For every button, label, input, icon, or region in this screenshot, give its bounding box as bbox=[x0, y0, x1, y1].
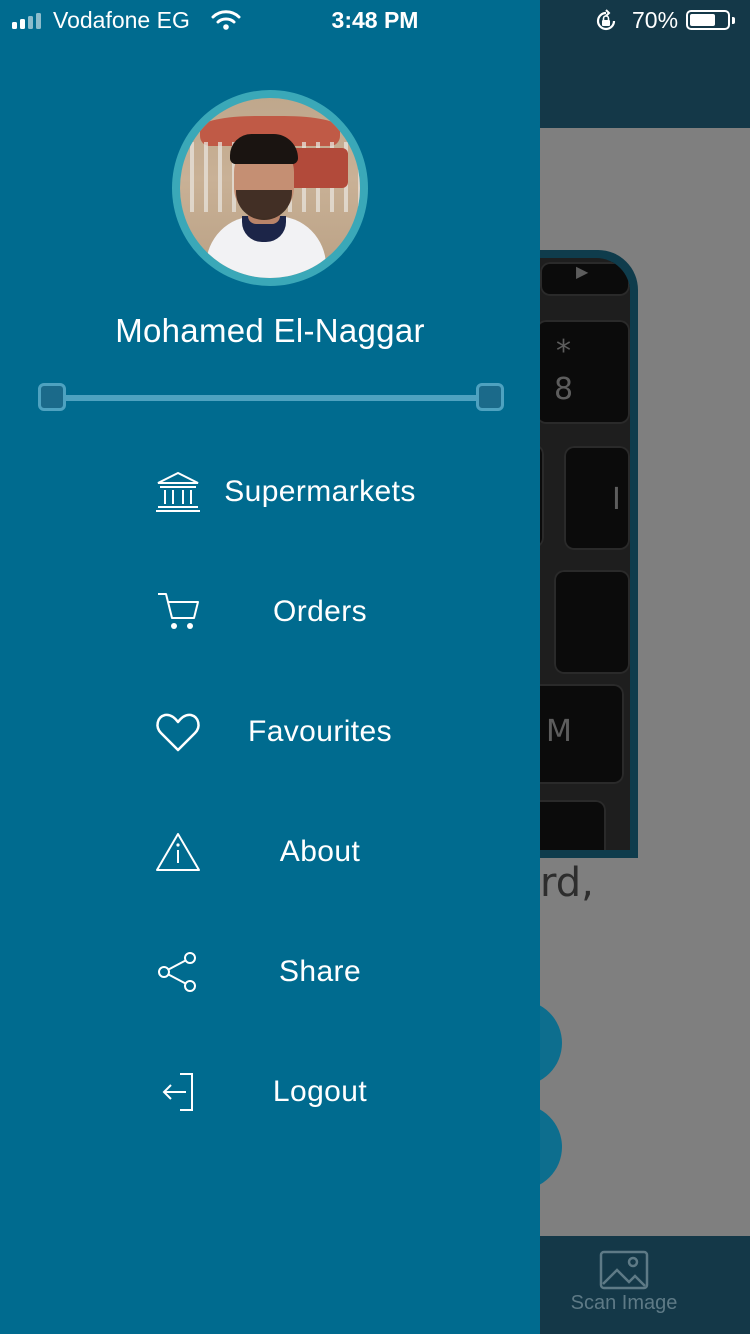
share-icon bbox=[158, 952, 196, 992]
warning-icon bbox=[156, 833, 200, 871]
menu-item-label: Logout bbox=[272, 1075, 368, 1108]
range-slider[interactable] bbox=[38, 383, 504, 413]
logout-icon bbox=[162, 1073, 193, 1111]
menu-item-orders[interactable]: Orders bbox=[0, 552, 540, 672]
range-slider-track[interactable] bbox=[52, 395, 490, 401]
keyboard-key: ▶ bbox=[540, 262, 630, 296]
body-text-partial: rd, bbox=[540, 860, 594, 906]
menu-item-favourites[interactable]: Favourites bbox=[0, 672, 540, 792]
menu-item-supermarkets[interactable]: Supermarkets bbox=[0, 432, 540, 552]
menu-item-label: Share bbox=[278, 955, 362, 988]
bank-icon bbox=[156, 471, 200, 512]
user-avatar bbox=[180, 98, 360, 278]
avatar[interactable] bbox=[172, 90, 368, 286]
battery-icon bbox=[686, 10, 735, 30]
menu-item-label: About bbox=[279, 835, 361, 868]
menu-item-logout[interactable]: Logout bbox=[0, 1032, 540, 1152]
keyboard-key: I bbox=[564, 446, 630, 550]
rotation-lock-icon bbox=[596, 9, 616, 31]
tab-scan-image-label: Scan Image bbox=[570, 1292, 678, 1314]
keyboard-key bbox=[554, 570, 630, 674]
menu-item-label: Orders bbox=[272, 595, 368, 628]
heart-icon bbox=[156, 713, 200, 752]
menu-item-label: Supermarkets bbox=[224, 475, 416, 508]
user-name: Mohamed El-Naggar bbox=[115, 312, 425, 349]
navigation-drawer: Mohamed El-Naggar Supermarkets Orders Fa… bbox=[0, 0, 540, 1334]
menu-item-about[interactable]: About bbox=[0, 792, 540, 912]
range-slider-min-handle[interactable] bbox=[38, 383, 66, 411]
status-bar: Vodafone EG 3:48 PM 70% bbox=[0, 0, 750, 40]
battery-percent: 70% bbox=[632, 7, 679, 33]
cart-icon bbox=[158, 593, 199, 629]
tab-scan-image[interactable]: Scan Image bbox=[560, 1250, 688, 1315]
menu-item-share[interactable]: Share bbox=[0, 912, 540, 1032]
menu-item-label: Favourites bbox=[247, 715, 393, 748]
keyboard-key: * 8 bbox=[536, 320, 630, 424]
image-icon bbox=[599, 1250, 649, 1290]
range-slider-max-handle[interactable] bbox=[476, 383, 504, 411]
